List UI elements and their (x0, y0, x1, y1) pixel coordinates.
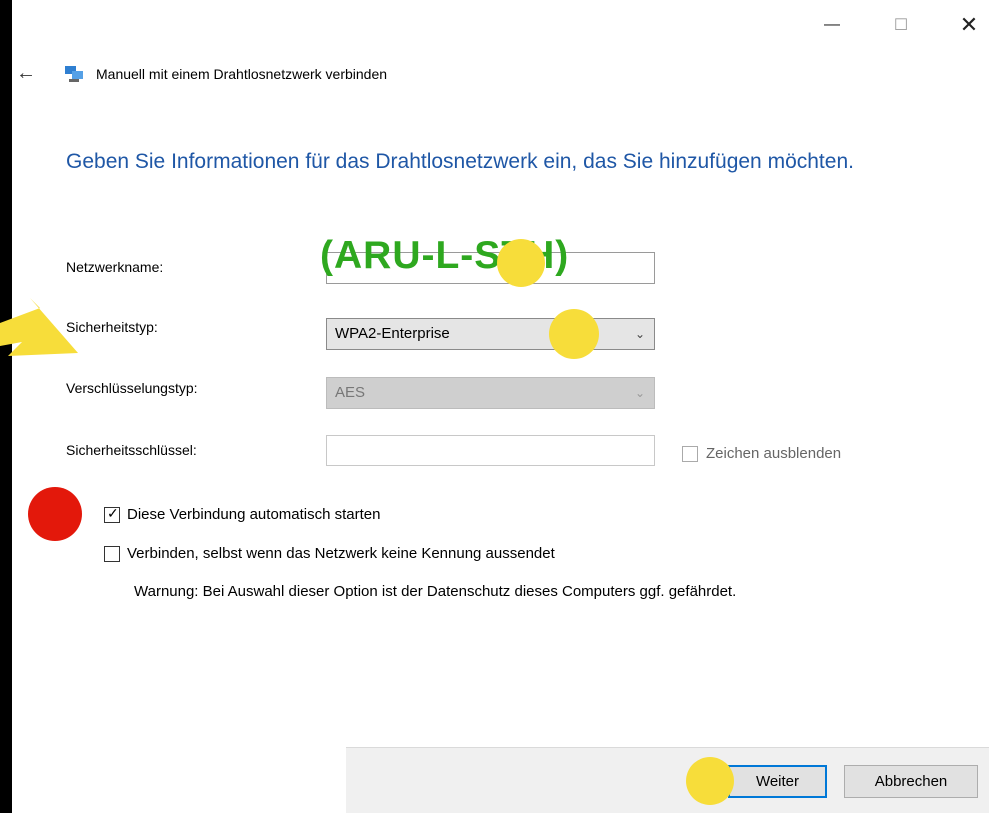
privacy-warning: Warnung: Bei Auswahl dieser Option ist d… (134, 583, 737, 600)
window-title: Manuell mit einem Drahtlosnetzwerk verbi… (96, 66, 388, 82)
page-heading: Geben Sie Informationen für das Drahtlos… (66, 150, 854, 173)
auto-start-checkbox[interactable]: ✓ (104, 505, 120, 523)
hide-characters-checkbox[interactable] (682, 446, 698, 462)
connect-hidden-label: Verbinden, selbst wenn das Netzwerk kein… (127, 545, 555, 562)
network-icon (65, 66, 83, 82)
minimize-icon: — (824, 16, 840, 33)
annotation-arrow-icon (0, 298, 78, 356)
encryption-type-select: AES ⌄ (326, 377, 655, 409)
highlight-dot-security-type (549, 309, 599, 359)
connect-hidden-checkbox[interactable] (104, 546, 120, 562)
cancel-button[interactable]: Abbrechen (844, 765, 978, 798)
auto-start-label: Diese Verbindung automatisch starten (127, 506, 381, 523)
next-button[interactable]: Weiter (728, 765, 827, 798)
maximize-button[interactable]: ☐ (881, 10, 921, 40)
security-type-value: WPA2-Enterprise (335, 325, 450, 342)
encryption-type-value: AES (335, 384, 366, 401)
maximize-icon: ☐ (893, 17, 909, 34)
security-key-input[interactable] (326, 435, 655, 466)
security-type-select[interactable]: WPA2-Enterprise ⌄ (326, 318, 655, 350)
chevron-down-icon: ⌄ (634, 386, 645, 400)
hide-characters-label: Zeichen ausblenden (706, 445, 842, 462)
highlight-dot-auto-start (28, 487, 82, 541)
network-name-label: Netzwerkname: (66, 259, 164, 275)
wireless-network-dialog: — ☐ ✕ ← Manuell mit einem Drahtlosnetzwe… (12, 0, 989, 813)
close-button[interactable]: ✕ (949, 10, 989, 40)
checkmark-icon: ✓ (107, 505, 119, 521)
highlight-dot-next (686, 757, 734, 805)
close-icon: ✕ (959, 12, 979, 37)
security-key-label: Sicherheitsschlüssel: (66, 442, 197, 458)
back-arrow-icon[interactable]: ← (16, 62, 36, 85)
highlight-dot-network-name (497, 239, 545, 287)
minimize-button[interactable]: — (812, 10, 852, 40)
encryption-type-label: Verschlüsselungstyp: (66, 380, 198, 396)
chevron-down-icon: ⌄ (634, 327, 645, 341)
